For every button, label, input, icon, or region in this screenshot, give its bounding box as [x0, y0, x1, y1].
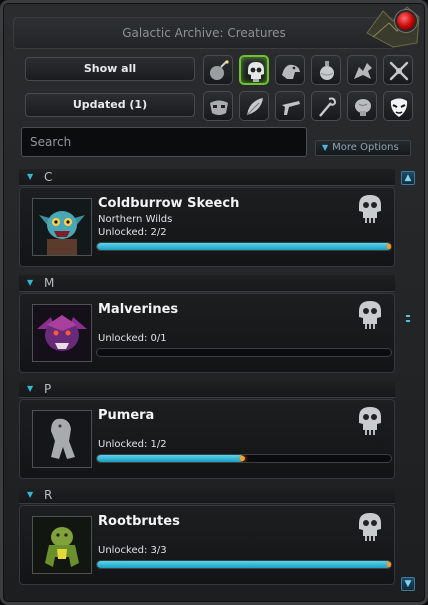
- filter-gun-button[interactable]: [275, 91, 305, 121]
- collapse-triangle-icon: ▼: [27, 278, 34, 287]
- creature-name: Pumera: [98, 408, 155, 423]
- feather-icon: [246, 98, 263, 116]
- search-input[interactable]: [21, 127, 307, 157]
- filter-mask-button[interactable]: [203, 91, 233, 121]
- brain-icon: [355, 99, 371, 116]
- unlock-progress-bar: [96, 454, 392, 463]
- unlock-count: Unlocked: 2/2: [98, 227, 167, 238]
- unlock-progress-bar: [96, 348, 392, 357]
- creature-head-icon: [282, 64, 300, 79]
- portrait: [32, 516, 92, 574]
- collapse-triangle-icon: ▼: [27, 384, 34, 393]
- filter-brain-button[interactable]: [347, 91, 377, 121]
- collapse-triangle-icon: ▼: [27, 172, 34, 181]
- grey-beast-portrait: [33, 411, 91, 467]
- mask-icon: [210, 100, 228, 115]
- show-all-button[interactable]: Show all: [25, 57, 195, 81]
- creature-archive-window: Galactic Archive: Creatures Show all Upd…: [0, 0, 428, 605]
- progress-fill: [97, 561, 391, 568]
- scroll-thumb[interactable]: [406, 315, 410, 327]
- bomb-icon: [210, 60, 229, 80]
- swirl-icon: [389, 61, 409, 81]
- staff-icon: [319, 97, 337, 117]
- creature-card-malverines[interactable]: Malverines Unlocked: 0/1: [19, 293, 395, 373]
- gun-icon: [282, 101, 300, 115]
- creature-name: Rootbrutes: [98, 514, 180, 529]
- section-header-r[interactable]: ▼ R: [19, 487, 395, 504]
- filter-face-mask-button[interactable]: [383, 91, 413, 121]
- section-header-c[interactable]: ▼ C: [19, 169, 395, 186]
- more-options-button[interactable]: ▼ More Options: [315, 140, 411, 156]
- section-header-p[interactable]: ▼ P: [19, 381, 395, 398]
- blue-goblin-portrait: [33, 199, 91, 255]
- window-title: Galactic Archive: Creatures: [122, 26, 286, 40]
- skull-badge-icon: [359, 513, 381, 541]
- portrait: [32, 304, 92, 362]
- title-bar: Galactic Archive: Creatures: [13, 17, 395, 49]
- updated-filter-button[interactable]: Updated (1): [25, 93, 195, 117]
- creature-name: Coldburrow Skeech: [98, 196, 240, 211]
- creature-card-coldburrow-skeech[interactable]: Coldburrow Skeech Northern Wilds Unlocke…: [19, 187, 395, 267]
- creature-region: Northern Wilds: [98, 214, 173, 225]
- scroll-down-button[interactable]: ▼: [401, 577, 415, 591]
- potion-icon: [320, 61, 334, 80]
- skull-icon: [248, 62, 264, 82]
- filter-feather-button[interactable]: [239, 91, 269, 121]
- unlock-count: Unlocked: 0/1: [98, 333, 167, 344]
- progress-fill: [97, 455, 245, 462]
- section-letter: P: [44, 382, 52, 396]
- chevron-down-icon: ▼: [322, 143, 329, 152]
- unlock-progress-bar: [96, 560, 392, 569]
- section-letter: C: [44, 170, 53, 184]
- portrait: [32, 410, 92, 468]
- creature-card-rootbrutes[interactable]: Rootbrutes Unlocked: 3/3: [19, 505, 395, 585]
- unlock-count: Unlocked: 3/3: [98, 545, 167, 556]
- filter-skull-button[interactable]: [239, 55, 269, 85]
- creature-list: ▼ C Coldburrow Skeech Northern Wilds Unl…: [15, 167, 397, 597]
- collapse-triangle-icon: ▼: [27, 490, 34, 499]
- unlock-progress-bar: [96, 242, 392, 251]
- filter-creature-button[interactable]: [275, 55, 305, 85]
- portrait: [32, 198, 92, 256]
- section-header-m[interactable]: ▼ M: [19, 275, 395, 292]
- face-mask-icon: [390, 98, 408, 117]
- skull-badge-icon: [359, 407, 381, 435]
- unlock-count: Unlocked: 1/2: [98, 439, 167, 450]
- skull-badge-icon: [359, 195, 381, 223]
- section-letter: M: [44, 276, 55, 290]
- filter-swirl-button[interactable]: [383, 55, 413, 85]
- skull-badge-icon: [359, 301, 381, 329]
- filter-bomb-button[interactable]: [203, 55, 233, 85]
- purple-beast-portrait: [33, 305, 91, 361]
- dragon-icon: [354, 63, 372, 79]
- creature-card-pumera[interactable]: Pumera Unlocked: 1/2: [19, 399, 395, 479]
- scroll-up-button[interactable]: ▲: [401, 171, 415, 185]
- filter-potion-button[interactable]: [311, 55, 341, 85]
- filter-staff-button[interactable]: [311, 91, 341, 121]
- scrollbar[interactable]: ▲ ▼: [401, 171, 415, 595]
- more-options-label: More Options: [332, 142, 399, 153]
- progress-fill: [97, 243, 391, 250]
- green-brute-portrait: [33, 517, 91, 573]
- filter-dragon-button[interactable]: [347, 55, 377, 85]
- section-letter: R: [44, 488, 53, 502]
- creature-name: Malverines: [98, 302, 179, 317]
- close-button[interactable]: [395, 10, 417, 32]
